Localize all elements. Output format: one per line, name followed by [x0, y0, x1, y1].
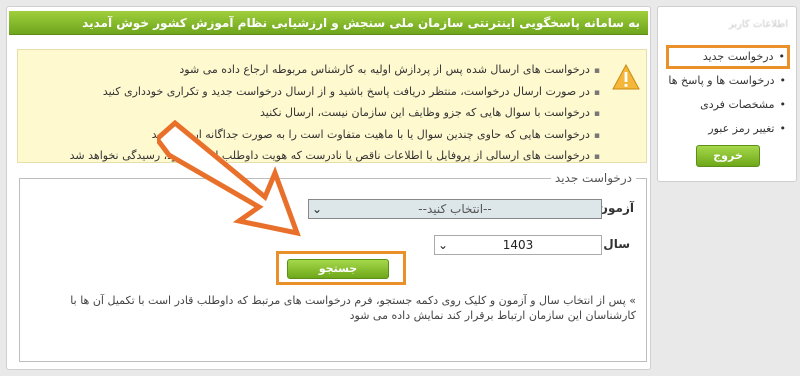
year-select-value: 1403: [502, 238, 534, 252]
notice-item: درخواست های ارسالی از پروفایل با اطلاعات…: [40, 146, 600, 168]
notice-item: درخواست با سوال هایی که جزو وظایف این سا…: [40, 103, 600, 125]
exam-select[interactable]: ⌄ --انتخاب کنید--: [308, 199, 602, 219]
notice-item: درخواست هایی که حاوی چندین سوال یا با ما…: [40, 125, 600, 147]
user-name: اطلاعات کاربر: [728, 19, 788, 30]
chevron-down-icon: ⌄: [312, 202, 323, 216]
logout-button[interactable]: خروج: [696, 145, 760, 167]
notice-box: درخواست های ارسال شده پس از پردازش اولیه…: [17, 49, 647, 163]
chevron-down-icon: ⌄: [438, 238, 449, 252]
fieldset-legend: درخواست جدید: [550, 171, 636, 185]
search-hint: » پس از انتخاب سال و آزمون و کلیک روی دک…: [70, 294, 636, 322]
sidebar-item-requests-responses[interactable]: درخواست ها و پاسخ ها: [666, 69, 790, 93]
notice-list: درخواست های ارسال شده پس از پردازش اولیه…: [40, 60, 600, 168]
sidebar-item-change-password[interactable]: تغییر رمز عبور: [666, 117, 790, 141]
new-request-fieldset: درخواست جدید آزمون ⌄ --انتخاب کنید-- سال…: [19, 171, 647, 362]
exam-select-value: --انتخاب کنید--: [418, 202, 492, 216]
sidebar-item-new-request[interactable]: درخواست جدید: [666, 45, 790, 69]
welcome-header: به سامانه پاسخگویی اینترنتی سازمان ملی س…: [9, 11, 648, 35]
sidebar-item-profile[interactable]: مشخصات فردی: [666, 93, 790, 117]
notice-item: درخواست های ارسال شده پس از پردازش اولیه…: [40, 60, 600, 82]
year-label: سال: [603, 237, 630, 251]
search-button-highlight: جستجو: [276, 251, 406, 285]
sidebar-nav: درخواست جدید درخواست ها و پاسخ ها مشخصات…: [666, 45, 790, 141]
sidebar: اطلاعات کاربر درخواست جدید درخواست ها و …: [657, 6, 797, 182]
year-select[interactable]: ⌄ 1403: [434, 235, 602, 255]
notice-item: در صورت ارسال درخواست، منتظر دریافت پاسخ…: [40, 82, 600, 104]
search-button[interactable]: جستجو: [287, 259, 389, 279]
warning-icon: [612, 64, 640, 90]
annotation-arrow-icon: [157, 119, 301, 237]
main-panel: به سامانه پاسخگویی اینترنتی سازمان ملی س…: [6, 6, 651, 370]
exam-label: آزمون: [597, 201, 634, 215]
